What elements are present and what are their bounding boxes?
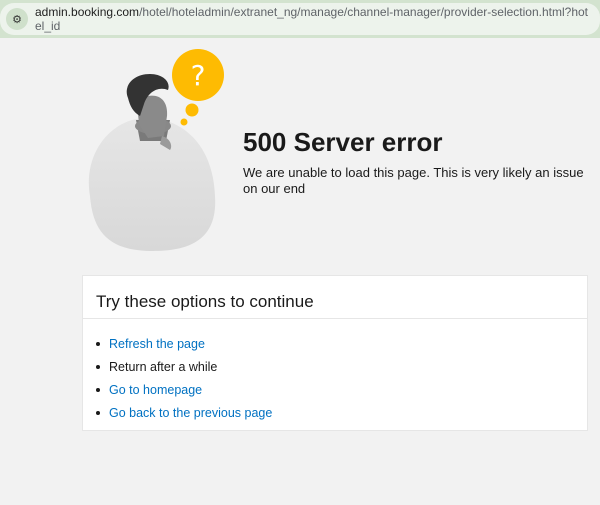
refresh-link[interactable]: Refresh the page xyxy=(109,337,205,351)
thinking-person-illustration: ? xyxy=(88,49,224,251)
question-mark-icon: ? xyxy=(191,59,206,92)
options-list: Refresh the page Return after a while Go… xyxy=(83,319,587,424)
option-homepage: Go to homepage xyxy=(96,378,587,401)
error-message: We are unable to load this page. This is… xyxy=(243,165,584,196)
options-heading: Try these options to continue xyxy=(83,276,587,319)
url-text[interactable]: admin.booking.com/hotel/hoteladmin/extra… xyxy=(35,5,594,33)
option-back: Go back to the previous page xyxy=(96,401,587,424)
option-refresh: Refresh the page xyxy=(96,332,587,355)
homepage-link[interactable]: Go to homepage xyxy=(109,383,202,397)
error-title: 500 Server error xyxy=(243,127,443,157)
browser-toolbar: ⚙ admin.booking.com/hotel/hoteladmin/ext… xyxy=(0,0,600,38)
address-bar[interactable]: ⚙ admin.booking.com/hotel/hoteladmin/ext… xyxy=(0,3,600,35)
site-settings-icon[interactable]: ⚙ xyxy=(6,8,28,30)
go-back-link[interactable]: Go back to the previous page xyxy=(109,406,272,420)
options-card: Try these options to continue Refresh th… xyxy=(82,275,588,431)
option-return-later: Return after a while xyxy=(96,355,587,378)
